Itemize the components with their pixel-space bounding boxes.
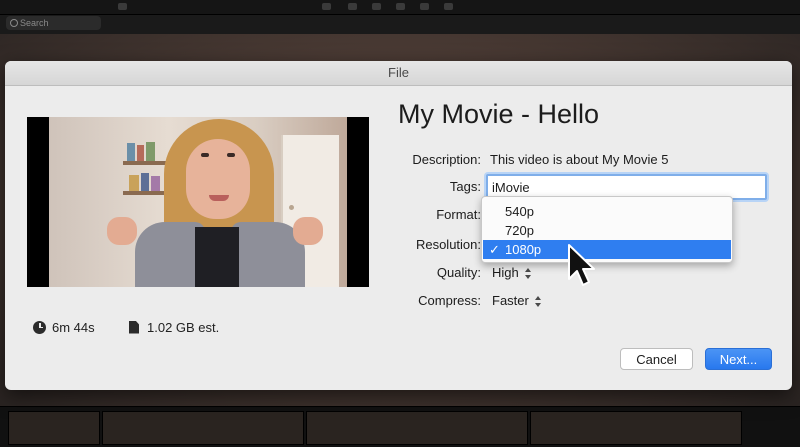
quality-popup[interactable]: High bbox=[492, 265, 533, 280]
duration-value: 6m 44s bbox=[52, 319, 95, 335]
toolbar-glyph bbox=[118, 3, 127, 10]
timeline-clip[interactable] bbox=[8, 411, 100, 445]
menu-item-label: 1080p bbox=[505, 242, 542, 257]
movie-title[interactable]: My Movie - Hello bbox=[398, 99, 599, 130]
book bbox=[137, 145, 144, 161]
up-down-chevron-icon bbox=[534, 295, 543, 308]
file-icon bbox=[129, 320, 139, 334]
clock-icon bbox=[33, 320, 46, 334]
compress-value: Faster bbox=[492, 293, 529, 308]
checkmark-icon: ✓ bbox=[489, 242, 500, 257]
compress-label: Compress: bbox=[418, 293, 481, 308]
quality-label: Quality: bbox=[436, 265, 481, 280]
toolbar-glyph bbox=[444, 3, 453, 10]
menu-item-label: 720p bbox=[505, 223, 534, 238]
book bbox=[146, 142, 155, 161]
duration-stat: 6m 44s bbox=[33, 318, 95, 336]
menu-item-540p[interactable]: 540p bbox=[483, 202, 731, 221]
background-search-field[interactable]: Search bbox=[6, 16, 101, 30]
search-icon bbox=[10, 19, 18, 27]
dialog-title: File bbox=[5, 61, 792, 86]
quality-value: High bbox=[492, 265, 519, 280]
format-label: Format: bbox=[436, 207, 481, 222]
share-file-dialog: File 6m 44s 1.02 GB est. My Movie - Hell… bbox=[5, 61, 792, 390]
toolbar-glyph bbox=[420, 3, 429, 10]
size-value: 1.02 GB est. bbox=[147, 319, 220, 335]
person-face bbox=[186, 139, 250, 219]
toolbar-glyph bbox=[322, 3, 331, 10]
timeline-clip[interactable] bbox=[530, 411, 742, 445]
person-hand bbox=[107, 217, 137, 245]
size-stat: 1.02 GB est. bbox=[129, 318, 219, 336]
resolution-menu: 540p 720p ✓ 1080p bbox=[481, 196, 733, 263]
person-shirt bbox=[195, 227, 239, 287]
book bbox=[129, 175, 139, 191]
book bbox=[151, 176, 160, 191]
book bbox=[127, 143, 135, 161]
thumbnail-scene bbox=[49, 117, 347, 287]
resolution-label: Resolution: bbox=[415, 237, 481, 252]
menu-item-1080p[interactable]: ✓ 1080p bbox=[483, 240, 731, 259]
timeline-clip[interactable] bbox=[102, 411, 304, 445]
toolbar-glyph bbox=[396, 3, 405, 10]
tags-label: Tags: bbox=[449, 179, 481, 194]
timeline-clip[interactable] bbox=[306, 411, 528, 445]
menu-item-720p[interactable]: 720p bbox=[483, 221, 731, 240]
video-thumbnail bbox=[27, 117, 369, 287]
menu-item-label: 540p bbox=[505, 204, 534, 219]
description-label: Description: bbox=[412, 152, 481, 167]
toolbar-glyph bbox=[348, 3, 357, 10]
person-mouth bbox=[209, 195, 229, 201]
background-toolbar bbox=[0, 0, 800, 15]
cancel-button[interactable]: Cancel bbox=[620, 348, 693, 370]
door-knob bbox=[289, 205, 294, 210]
person-eye bbox=[227, 153, 235, 157]
book bbox=[141, 173, 149, 191]
next-button[interactable]: Next... bbox=[705, 348, 772, 370]
mouse-cursor-icon bbox=[568, 244, 595, 286]
background-timeline bbox=[0, 406, 800, 447]
description-value[interactable]: This video is about My Movie 5 bbox=[490, 152, 668, 167]
person-hand bbox=[293, 217, 323, 245]
toolbar-glyph bbox=[372, 3, 381, 10]
compress-popup[interactable]: Faster bbox=[492, 293, 543, 308]
up-down-chevron-icon bbox=[524, 267, 533, 280]
person-eye bbox=[201, 153, 209, 157]
search-placeholder: Search bbox=[20, 18, 49, 28]
